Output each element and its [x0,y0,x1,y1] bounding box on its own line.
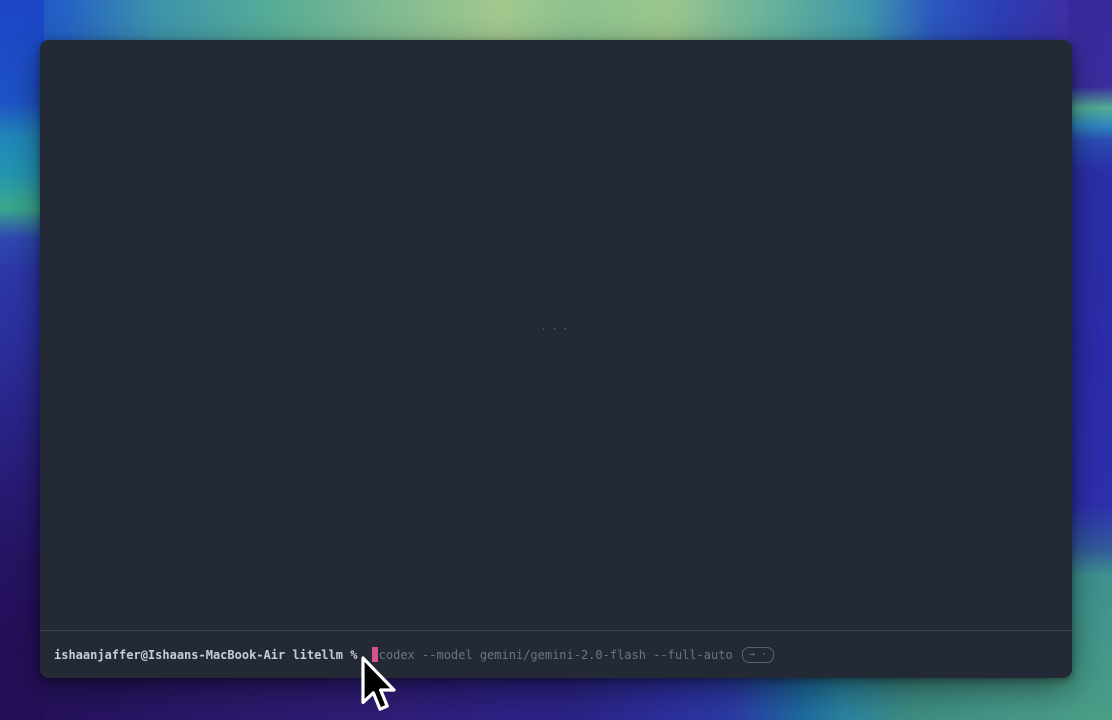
wallpaper-gradient-right [1068,0,1112,720]
terminal-window[interactable]: ··· ishaanjaffer@Ishaans-MacBook-Air lit… [40,40,1072,678]
loading-ellipsis: ··· [540,322,572,337]
mouse-cursor-icon [360,656,398,714]
wallpaper-gradient-left [0,0,44,720]
terminal-output-area: ··· [40,40,1072,630]
wallpaper-gradient-bottom [0,674,1112,720]
accept-suggestion-hint-badge: → · [742,647,774,663]
autosuggestion-text: codex --model gemini/gemini-2.0-flash --… [379,648,733,662]
shell-prompt-label: ishaanjaffer@Ishaans-MacBook-Air litellm… [54,648,365,662]
command-prompt-row[interactable]: ishaanjaffer@Ishaans-MacBook-Air litellm… [40,631,1072,678]
